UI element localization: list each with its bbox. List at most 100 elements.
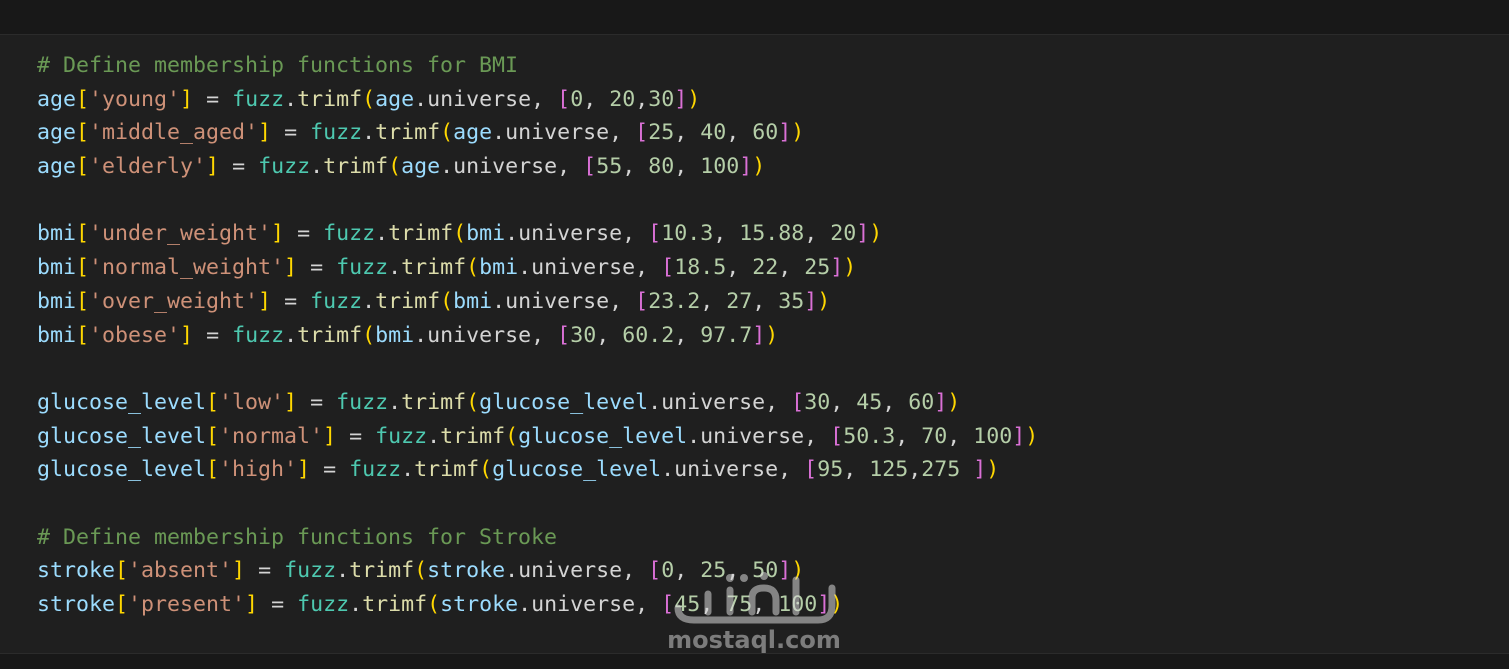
code-bracket: ]	[297, 457, 311, 483]
code-operator: ,	[674, 558, 701, 584]
code-line[interactable]: bmi['obese'] = fuzz.trimf(bmi.universe, …	[37, 319, 1509, 353]
code-line[interactable]: bmi['over_weight'] = fuzz.trimf(bmi.univ…	[37, 285, 1509, 319]
code-operator: ,	[622, 154, 649, 180]
code-line[interactable]: stroke['absent'] = fuzz.trimf(stroke.uni…	[37, 554, 1509, 588]
code-operator: ,	[895, 423, 922, 449]
code-operator: ,	[700, 288, 727, 314]
code-operator: =	[310, 457, 350, 483]
code-bracket: ]	[817, 592, 831, 617]
code-function: trimf	[401, 255, 467, 281]
code-bracket: )	[869, 221, 883, 247]
code-line[interactable]	[37, 352, 1509, 386]
code-number: 35	[778, 288, 805, 314]
code-bracket: ]	[323, 423, 337, 449]
code-operator: ,	[726, 120, 753, 146]
code-bracket: )	[817, 288, 831, 314]
code-line[interactable]	[37, 487, 1509, 521]
code-bracket: ]	[752, 322, 766, 348]
code-operator: =	[219, 154, 259, 180]
code-bracket: (	[427, 592, 441, 617]
code-identifier: bmi	[37, 322, 77, 348]
code-identifier: stroke	[440, 592, 519, 617]
code-number: 45	[856, 389, 883, 415]
code-line[interactable]: age['elderly'] = fuzz.trimf(age.universe…	[37, 150, 1509, 184]
code-operator: ,	[726, 255, 753, 281]
code-operator: ,	[674, 322, 701, 348]
code-operator: ,	[843, 457, 870, 483]
code-line[interactable]: glucose_level['normal'] = fuzz.trimf(glu…	[37, 420, 1509, 454]
code-line[interactable]	[37, 184, 1509, 218]
code-line[interactable]: # Define membership functions for Stroke	[37, 521, 1509, 555]
code-bracket: [	[804, 457, 818, 483]
code-number: 0	[570, 86, 584, 112]
code-operator: .	[388, 389, 402, 415]
code-string: 'over_weight'	[89, 288, 259, 314]
code-operator: =	[336, 423, 376, 449]
code-module: fuzz	[336, 255, 389, 281]
code-operator: .universe,	[440, 154, 584, 180]
code-function: trimf	[323, 154, 389, 180]
code-line[interactable]: bmi['normal_weight'] = fuzz.trimf(bmi.un…	[37, 251, 1509, 285]
code-operator: ,	[752, 592, 779, 617]
code-identifier: bmi	[453, 288, 493, 314]
code-string: 'middle_aged'	[89, 120, 259, 146]
code-line[interactable]: stroke['present'] = fuzz.trimf(stroke.un…	[37, 588, 1509, 622]
code-line[interactable]: # Define membership functions for BMI	[37, 49, 1509, 83]
code-string: 'normal_weight'	[89, 255, 285, 281]
code-function: trimf	[375, 120, 441, 146]
code-line[interactable]: age['middle_aged'] = fuzz.trimf(age.univ…	[37, 116, 1509, 150]
code-bracket: (	[414, 558, 428, 584]
code-number: 30	[804, 389, 831, 415]
code-string: 'high'	[219, 457, 298, 483]
editor-bottom-bar	[0, 653, 1509, 669]
code-operator: ,	[908, 457, 922, 483]
code-bracket: )	[843, 255, 857, 281]
code-string: 'absent'	[128, 558, 233, 584]
code-bracket: )	[986, 457, 1000, 483]
code-number: 20	[830, 221, 857, 247]
code-operator: ,	[674, 120, 701, 146]
code-bracket: (	[453, 221, 467, 247]
code-number: 23.2	[648, 288, 701, 314]
code-operator: .	[401, 457, 415, 483]
code-identifier: glucose_level	[479, 389, 649, 415]
code-identifier: stroke	[427, 558, 506, 584]
code-operator: .	[284, 86, 298, 112]
code-string: 'low'	[219, 389, 285, 415]
code-number: 10.3	[661, 221, 714, 247]
code-module: fuzz	[375, 423, 428, 449]
code-number: 15.88	[739, 221, 805, 247]
code-bracket: [	[661, 592, 675, 617]
code-bracket: [	[635, 120, 649, 146]
code-operator: .universe,	[518, 255, 662, 281]
code-operator: ,	[635, 86, 649, 112]
code-bracket: )	[1025, 423, 1039, 449]
code-bracket: [	[648, 221, 662, 247]
code-number: 100	[778, 592, 818, 617]
code-bracket: )	[791, 120, 805, 146]
code-operator: .universe,	[505, 558, 649, 584]
code-number: 75	[726, 592, 753, 617]
code-identifier: bmi	[375, 322, 415, 348]
code-bracket: (	[466, 255, 480, 281]
code-bracket: [	[648, 558, 662, 584]
code-bracket: [	[76, 288, 90, 314]
code-bracket: [	[206, 423, 220, 449]
code-bracket: ]	[1012, 423, 1026, 449]
code-line[interactable]: glucose_level['low'] = fuzz.trimf(glucos…	[37, 386, 1509, 420]
code-bracket: )	[947, 389, 961, 415]
code-identifier: glucose_level	[37, 389, 207, 415]
code-operator: ,	[583, 86, 610, 112]
code-line[interactable]: age['young'] = fuzz.trimf(age.universe, …	[37, 83, 1509, 117]
code-bracket: ]	[284, 389, 298, 415]
code-identifier: bmi	[466, 221, 506, 247]
code-function: trimf	[401, 389, 467, 415]
code-function: trimf	[297, 86, 363, 112]
code-module: fuzz	[258, 154, 311, 180]
code-editor[interactable]: # Define membership functions for BMI age…	[0, 35, 1509, 653]
code-bracket: ]	[258, 120, 272, 146]
code-operator: ,	[778, 255, 805, 281]
code-line[interactable]: glucose_level['high'] = fuzz.trimf(gluco…	[37, 453, 1509, 487]
code-line[interactable]: bmi['under_weight'] = fuzz.trimf(bmi.uni…	[37, 217, 1509, 251]
code-bracket: [	[557, 322, 571, 348]
